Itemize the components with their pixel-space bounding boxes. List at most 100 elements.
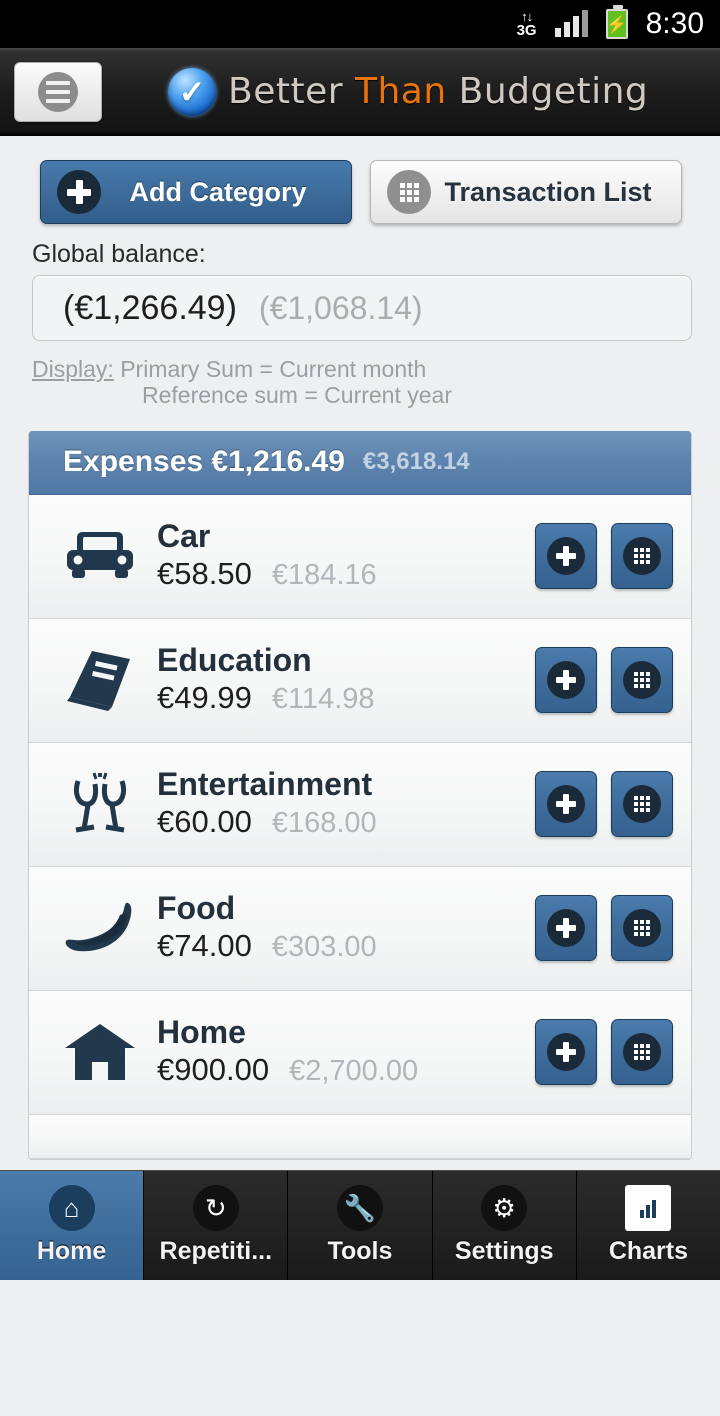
add-category-label: Add Category [129, 176, 307, 207]
row-list-button[interactable] [611, 1019, 673, 1085]
book-icon [57, 642, 143, 718]
expenses-title: Expenses €1,216.49 [63, 445, 345, 478]
transaction-list-button[interactable]: Transaction List [370, 160, 682, 224]
row-actions [535, 771, 673, 837]
battery-charging-icon: ⚡ [605, 5, 628, 39]
row-add-button[interactable] [535, 895, 597, 961]
category-name: Entertainment [157, 766, 373, 803]
display-link[interactable]: Display: [32, 356, 114, 382]
category-reference-amount: €114.98 [271, 682, 375, 715]
row-add-button[interactable] [535, 647, 597, 713]
expenses-panel: Expenses €1,216.49 €3,618.14 Car €58.50 … [28, 430, 692, 1160]
table-row-partial[interactable] [29, 1114, 691, 1159]
category-text-block: Food €74.00 €303.00 [143, 892, 535, 964]
category-reference-amount: €184.16 [271, 558, 377, 591]
plus-icon [547, 537, 585, 575]
row-add-button[interactable] [535, 523, 597, 589]
nav-label-settings: Settings [454, 1237, 554, 1265]
table-row[interactable]: Car €58.50 €184.16 [29, 494, 691, 619]
refresh-icon: ↻ [192, 1185, 239, 1231]
category-primary-amount: €58.50 [157, 555, 252, 591]
plus-icon [57, 170, 101, 214]
nav-label-repetitions: Repetiti... [159, 1237, 273, 1265]
house-icon [57, 1014, 143, 1090]
plus-icon [547, 661, 585, 699]
nav-item-repetitions[interactable]: ↻ Repetiti... [144, 1171, 289, 1280]
app-title-part-1: Better [228, 71, 344, 112]
row-list-button[interactable] [611, 523, 673, 589]
action-button-row: Add Category Transaction List [0, 136, 720, 224]
banana-icon [57, 890, 143, 966]
network-3g-indicator: ↑↓ 3G [517, 10, 537, 38]
category-primary-amount: €900.00 [157, 1051, 270, 1087]
add-category-button[interactable]: Add Category [40, 160, 352, 224]
bar-chart-icon [625, 1185, 672, 1231]
nav-item-charts[interactable]: Charts [576, 1171, 720, 1280]
grid-icon [623, 661, 661, 699]
row-actions [535, 1019, 673, 1085]
category-amounts: €49.99 €114.98 [157, 680, 535, 716]
app-brand: ✓ Better Than Budgeting [168, 67, 648, 116]
menu-button[interactable] [14, 61, 102, 122]
display-note-line-2: Reference sum = Current year [142, 381, 452, 408]
row-list-button[interactable] [611, 647, 673, 713]
category-reference-amount: €303.00 [271, 930, 377, 963]
clock-label: 8:30 [645, 7, 704, 40]
network-type-label: 3G [516, 22, 537, 39]
app-title-part-3: Budgeting [458, 71, 649, 112]
gear-icon: ⚙ [481, 1185, 528, 1231]
row-add-button[interactable] [535, 1019, 597, 1085]
champagne-icon [57, 766, 143, 842]
home-icon: ⌂ [48, 1185, 95, 1231]
row-list-button[interactable] [611, 895, 673, 961]
table-row[interactable]: Entertainment €60.00 €168.00 [29, 742, 691, 867]
category-primary-amount: €60.00 [157, 803, 252, 839]
nav-item-tools[interactable]: 🔧 Tools [288, 1171, 433, 1280]
category-reference-amount: €168.00 [271, 806, 377, 839]
category-name: Education [157, 642, 312, 679]
wrench-icon: 🔧 [337, 1185, 383, 1231]
check-circle-logo-icon: ✓ [168, 67, 216, 116]
status-bar: ↑↓ 3G ⚡ 8:30 [0, 0, 720, 48]
category-name: Food [157, 890, 236, 927]
plus-icon [547, 909, 585, 947]
grid-icon [623, 909, 661, 947]
nav-item-settings[interactable]: ⚙ Settings [432, 1171, 577, 1280]
category-amounts: €900.00 €2,700.00 [157, 1052, 535, 1088]
global-balance-reference: (€1,068.14) [258, 289, 423, 326]
plus-icon [547, 785, 585, 823]
row-list-button[interactable] [611, 771, 673, 837]
car-icon [57, 518, 143, 594]
global-balance-field[interactable]: (€1,266.49) (€1,068.14) [32, 275, 692, 341]
app-header: ✓ Better Than Budgeting [0, 48, 720, 136]
bottom-navigation: ⌂ Home ↻ Repetiti... 🔧 Tools ⚙ Settings … [0, 1170, 720, 1280]
nav-label-charts: Charts [608, 1237, 688, 1265]
category-primary-amount: €74.00 [157, 927, 252, 963]
table-row[interactable]: Education €49.99 €114.98 [29, 618, 691, 743]
global-balance-primary: (€1,266.49) [63, 288, 237, 327]
row-actions [535, 895, 673, 961]
nav-label-tools: Tools [327, 1237, 393, 1265]
display-settings-note: Display: Primary Sum = Current month Ref… [0, 341, 720, 409]
display-note-line-1: Primary Sum = Current month [120, 356, 427, 382]
category-amounts: €60.00 €168.00 [157, 804, 535, 840]
nav-item-home[interactable]: ⌂ Home [0, 1171, 145, 1280]
expenses-panel-header[interactable]: Expenses €1,216.49 €3,618.14 [29, 430, 691, 495]
category-text-block: Car €58.50 €184.16 [143, 520, 535, 592]
expenses-reference: €3,618.14 [362, 448, 470, 475]
category-text-block: Education €49.99 €114.98 [143, 644, 535, 716]
category-text-block: Entertainment €60.00 €168.00 [143, 768, 535, 840]
app-title: Better Than Budgeting [228, 71, 648, 112]
app-title-part-2: Than [354, 71, 447, 112]
grid-icon [623, 785, 661, 823]
transaction-list-label: Transaction List [444, 176, 652, 207]
row-actions [535, 523, 673, 589]
grid-icon [623, 1033, 661, 1071]
table-row[interactable]: Home €900.00 €2,700.00 [29, 990, 691, 1115]
table-row[interactable]: Food €74.00 €303.00 [29, 866, 691, 991]
category-name: Car [157, 518, 211, 555]
hamburger-icon [38, 71, 78, 112]
category-amounts: €58.50 €184.16 [157, 556, 535, 592]
category-primary-amount: €49.99 [157, 679, 252, 715]
row-add-button[interactable] [535, 771, 597, 837]
